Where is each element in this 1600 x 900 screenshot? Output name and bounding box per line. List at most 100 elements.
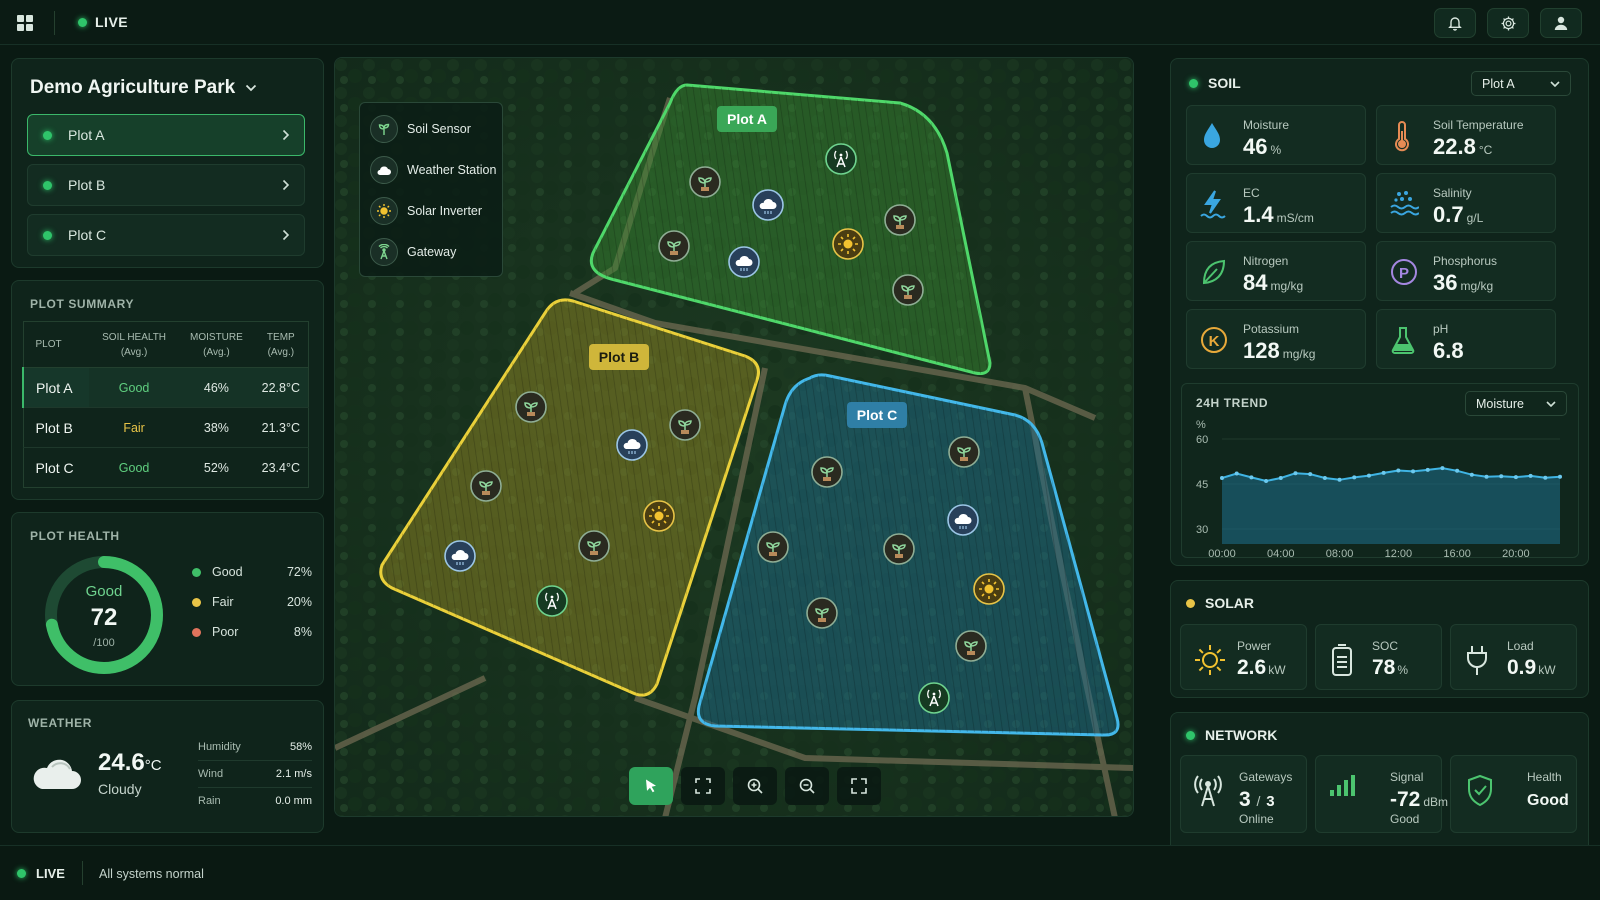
gear-icon: [1501, 16, 1515, 30]
gateway-marker[interactable]: [536, 585, 568, 617]
gateway-marker[interactable]: [918, 682, 950, 714]
weather-station-marker[interactable]: [616, 429, 648, 461]
plot-item-a[interactable]: Plot A: [27, 114, 305, 156]
soil-sensor-marker[interactable]: [955, 630, 987, 662]
metric-nitrogen: Nitrogen 84 mg/kg: [1186, 241, 1366, 301]
antenna-icon: [1194, 775, 1222, 807]
plot-item-label: Plot A: [68, 127, 105, 143]
user-icon: [1554, 16, 1568, 30]
fullscreen-button[interactable]: [837, 767, 881, 805]
health-score: 72: [90, 604, 118, 631]
chevron-right-icon: [282, 129, 290, 141]
health-tile: Health Good: [1450, 755, 1577, 833]
solar-soc-tile: SOC 78%: [1315, 624, 1442, 690]
zoom-out-button[interactable]: [785, 767, 829, 805]
select-tool-button[interactable]: [629, 767, 673, 805]
divider: [82, 861, 83, 885]
plot-item-c[interactable]: Plot C: [27, 214, 305, 256]
weather-panel: WEATHER 24.6°C Cloudy Humidity 58% Wind 2.…: [11, 700, 324, 833]
soil-sensor-marker[interactable]: [658, 230, 690, 262]
solar-power-tile: Power 2.6 kW: [1180, 624, 1307, 690]
status-bar: LIVE All systems normal: [0, 845, 1600, 900]
legend-item-good: Good 72%: [192, 565, 312, 579]
weather-station-marker[interactable]: [752, 189, 784, 221]
data-point: [1337, 477, 1342, 482]
plot-item-label: Plot B: [68, 177, 106, 193]
legend-dot: [192, 627, 201, 637]
apps-grid-icon[interactable]: [17, 15, 33, 31]
status-dot: [43, 230, 52, 240]
health-status: Good: [85, 583, 123, 600]
notifications-button[interactable]: [1434, 8, 1476, 38]
table-row[interactable]: Plot C Good 52% 23.4°C: [23, 448, 309, 488]
farm-map[interactable]: Plot A Plot B Plot C Soil Sensor Weather…: [334, 57, 1134, 817]
plot-select[interactable]: Plot A: [1471, 71, 1571, 96]
soil-sensor-marker[interactable]: [811, 456, 843, 488]
solar-inverter-marker[interactable]: [643, 500, 675, 532]
soil-sensor-marker[interactable]: [578, 530, 610, 562]
zoom-in-button[interactable]: [733, 767, 777, 805]
table-row[interactable]: Plot B Fair 38% 21.3°C: [23, 407, 309, 448]
chevron-right-icon: [282, 179, 290, 191]
weather-station-marker[interactable]: [444, 540, 476, 572]
signal-tile: Signal -72 dBm Good: [1315, 755, 1448, 833]
soil-sensor-marker[interactable]: [806, 597, 838, 629]
col-soil-health: SOIL HEALTH (Avg.): [89, 321, 180, 368]
user-button[interactable]: [1540, 8, 1582, 38]
sun-icon: [1195, 645, 1225, 675]
plot-item-label: Plot C: [68, 227, 107, 243]
data-point: [1352, 475, 1357, 480]
x-tick-label: 12:00: [1385, 548, 1413, 559]
y-unit-label: %: [1196, 419, 1206, 431]
live-dot: [78, 17, 87, 27]
soil-sensor-marker[interactable]: [892, 274, 924, 306]
trend-metric-select[interactable]: Moisture: [1465, 391, 1567, 416]
soil-sensor-marker[interactable]: [757, 531, 789, 563]
svg-text:K: K: [1209, 333, 1220, 350]
cell-plot: Plot A: [22, 367, 89, 408]
status-dot: [1189, 78, 1198, 88]
table-row[interactable]: Plot A Good 46% 22.8°C: [22, 367, 309, 408]
leaf-icon: [1202, 259, 1226, 285]
plot-item-b[interactable]: Plot B: [27, 164, 305, 206]
solar-header: SOLAR: [1186, 595, 1254, 611]
data-point: [1278, 476, 1283, 480]
plug-icon: [1467, 646, 1487, 675]
status-dot: [1186, 730, 1195, 740]
metric-ph: pH 6.8: [1376, 309, 1556, 369]
soil-sensor-marker[interactable]: [948, 436, 980, 468]
soil-sensor-marker[interactable]: [515, 391, 547, 423]
soil-sensor-marker[interactable]: [689, 166, 721, 198]
data-point: [1455, 468, 1460, 473]
fit-view-button[interactable]: [681, 767, 725, 805]
soil-sensor-marker[interactable]: [883, 533, 915, 565]
solar-load-tile: Load 0.9 kW: [1450, 624, 1577, 690]
x-tick-label: 20:00: [1502, 548, 1530, 559]
plot-b-label: Plot B: [599, 349, 639, 365]
weather-station-marker[interactable]: [947, 504, 979, 536]
table-header: PLOT SOIL HEALTH (Avg.) MOISTURE (Avg.) TE…: [23, 321, 309, 368]
soil-sensor-marker[interactable]: [884, 204, 916, 236]
y-tick-label: 60: [1196, 434, 1208, 446]
status-dot: [43, 180, 52, 190]
solar-inverter-marker[interactable]: [832, 228, 864, 260]
chevron-right-icon: [282, 229, 290, 241]
svg-text:P: P: [1399, 265, 1409, 282]
soil-sensor-marker[interactable]: [669, 409, 701, 441]
rain-row: Rain 0.0 mm: [198, 795, 312, 807]
legend-pct: 72%: [286, 565, 312, 579]
data-point: [1322, 476, 1327, 480]
cell-temp: 22.8°C: [253, 367, 309, 408]
network-header: NETWORK: [1186, 727, 1277, 743]
phosphorus-icon: P: [1391, 259, 1417, 285]
map-toolbar: [629, 767, 881, 805]
solar-inverter-marker[interactable]: [973, 573, 1005, 605]
antenna-icon: [370, 238, 398, 266]
data-point: [1411, 469, 1416, 474]
weather-station-marker[interactable]: [728, 246, 760, 278]
gateway-marker[interactable]: [825, 143, 857, 175]
data-point: [1543, 475, 1548, 480]
settings-button[interactable]: [1487, 8, 1529, 38]
park-selector[interactable]: Demo Agriculture Park: [30, 77, 257, 99]
soil-sensor-marker[interactable]: [470, 470, 502, 502]
